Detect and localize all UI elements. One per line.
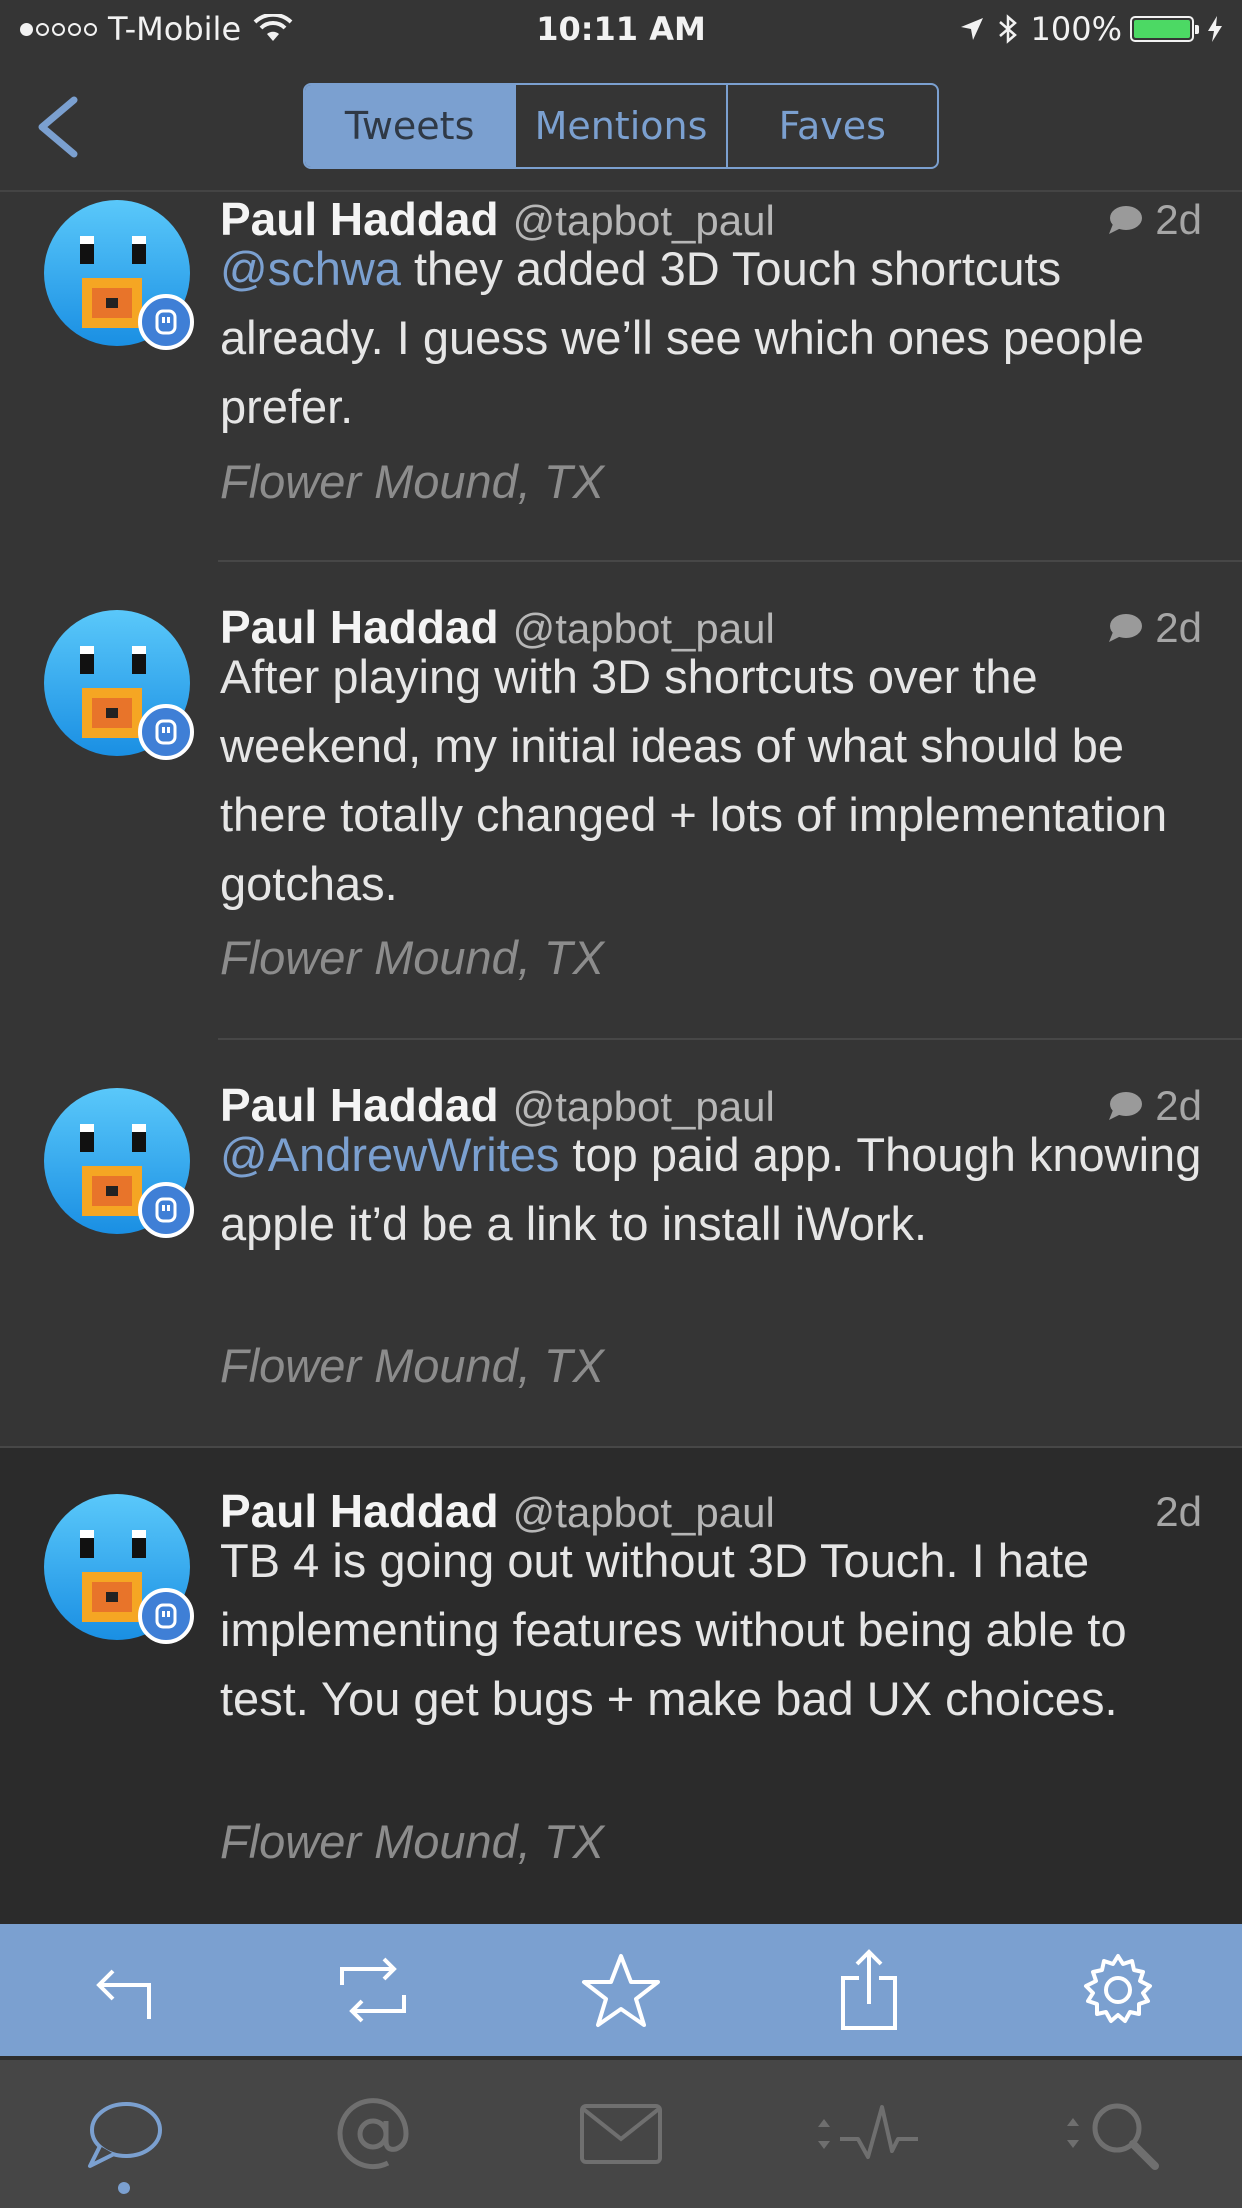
tab-search[interactable]	[1048, 2074, 1188, 2194]
share-icon	[841, 1949, 898, 2030]
mentions-icon	[337, 2098, 409, 2170]
star-icon	[581, 1954, 660, 2027]
tweet-list: Paul Haddad @tapbot_paul 2d @schwa they …	[0, 192, 1242, 1924]
tab-bar	[0, 2056, 1242, 2208]
reply-button[interactable]	[69, 1935, 179, 2045]
robot-badge-icon	[138, 1182, 194, 1238]
active-tab-indicator	[118, 2182, 131, 2194]
segment-tweets[interactable]: Tweets	[305, 85, 517, 167]
tweet-text: TB 4 is going out without 3D Touch. I ha…	[220, 1534, 1127, 1725]
activity-icon	[818, 2105, 919, 2159]
timeline-segmented-control: Tweets Mentions Faves	[303, 83, 939, 169]
status-right-group: 100%	[959, 10, 1224, 48]
tweet-text: @AndrewWrites top paid app. Though knowi…	[220, 1128, 1202, 1250]
retweet-button[interactable]	[318, 1935, 428, 2045]
tab-activity[interactable]	[799, 2074, 939, 2194]
robot-badge-icon	[138, 1588, 194, 1644]
tweet-mention-link[interactable]: @schwa	[220, 242, 401, 295]
tweet-location[interactable]: Flower Mound, TX	[220, 454, 604, 509]
share-button[interactable]	[814, 1935, 924, 2045]
settings-button[interactable]	[1063, 1935, 1173, 2045]
tweet-location[interactable]: Flower Mound, TX	[220, 1814, 604, 1869]
status-bar: T-Mobile 10:11 AM 100%	[0, 0, 1242, 62]
tweet-mention-link[interactable]: @AndrewWrites	[220, 1128, 559, 1181]
tweet-location[interactable]: Flower Mound, TX	[220, 930, 604, 985]
robot-badge-icon	[138, 704, 194, 760]
tweet-action-bar	[0, 1924, 1242, 2056]
tweet-row[interactable]: Paul Haddad @tapbot_paul 2d After playin…	[0, 562, 1242, 1040]
tweet-row[interactable]: Paul Haddad @tapbot_paul 2d @schwa they …	[0, 192, 1242, 562]
tweet-text: @schwa they added 3D Touch shortcuts alr…	[220, 242, 1145, 433]
battery-icon	[1130, 16, 1199, 42]
search-icon	[1066, 2103, 1159, 2170]
location-arrow-icon	[960, 18, 983, 40]
reply-icon	[96, 1969, 152, 2019]
back-chevron-icon[interactable]	[30, 92, 90, 162]
tab-mentions[interactable]	[303, 2074, 443, 2194]
conversation-icon	[1109, 1092, 1143, 1120]
segment-faves[interactable]: Faves	[728, 85, 937, 167]
timeline-icon	[88, 2102, 163, 2168]
tab-messages[interactable]	[551, 2074, 691, 2194]
charging-bolt-icon	[1208, 16, 1222, 42]
battery-percent: 100%	[1030, 10, 1122, 48]
robot-badge-icon	[138, 294, 194, 350]
nav-bar: Tweets Mentions Faves	[0, 62, 1242, 192]
segment-mentions[interactable]: Mentions	[516, 85, 728, 167]
bluetooth-icon	[998, 14, 1017, 44]
tweet-text: After playing with 3D shortcuts over the…	[220, 650, 1168, 910]
tweet-row-selected[interactable]: Paul Haddad @tapbot_paul 2d TB 4 is goin…	[0, 1448, 1242, 1924]
conversation-icon	[1109, 206, 1143, 234]
favorite-button[interactable]	[566, 1935, 676, 2045]
messages-icon	[579, 2104, 662, 2164]
retweet-icon	[339, 1957, 406, 2023]
gear-icon	[1083, 1954, 1152, 2023]
tab-timeline[interactable]	[54, 2074, 194, 2194]
tweet-location[interactable]: Flower Mound, TX	[220, 1338, 604, 1393]
tweet-row[interactable]: Paul Haddad @tapbot_paul 2d @AndrewWrite…	[0, 1040, 1242, 1448]
conversation-icon	[1109, 614, 1143, 642]
